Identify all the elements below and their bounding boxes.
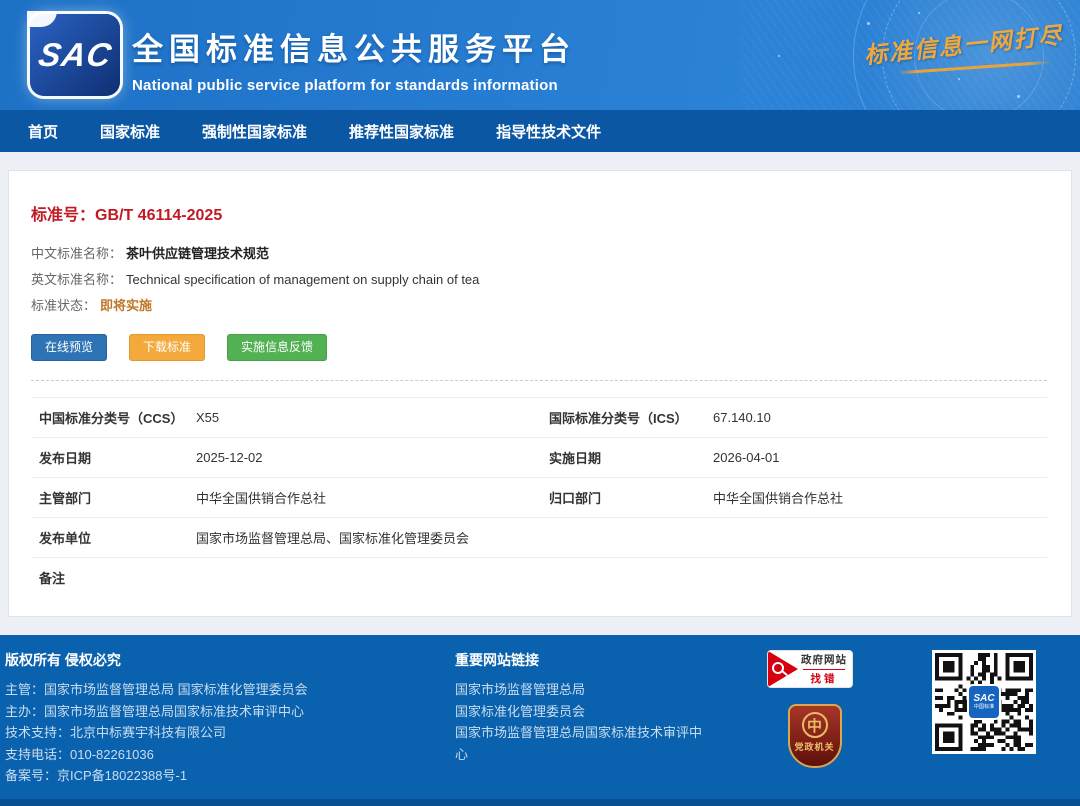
standard-field: 中文标准名称： 茶叶供应链管理技术规范 xyxy=(31,241,1047,267)
footer: 版权所有 侵权必究 主管：国家市场监督管理总局 国家标准化管理委员会主办：国家市… xyxy=(0,635,1080,806)
field-value: 即将实施 xyxy=(100,298,152,313)
footer-link[interactable]: 国家市场监督管理总局国家标准技术审评中心 xyxy=(455,722,705,765)
standard-field: 英文标准名称： Technical specification of manage… xyxy=(31,267,1047,293)
field-label: 中文标准名称： xyxy=(31,246,122,261)
details-row: 发布日期2025-12-02实施日期2026-04-01 xyxy=(31,438,1047,478)
qr-code: SAC 中国标准 xyxy=(932,650,1036,754)
gov-site-error-badge[interactable]: 政府网站 找错 xyxy=(767,650,853,688)
details-value: 国家市场监督管理总局、国家标准化管理委员会 xyxy=(196,528,1047,547)
footer-copyright-block: 版权所有 侵权必究 主管：国家市场监督管理总局 国家标准化管理委员会主办：国家市… xyxy=(0,650,450,787)
sac-logo-text: SAC xyxy=(35,36,114,74)
footer-links-block: 重要网站链接 国家市场监督管理总局国家标准化管理委员会国家市场监督管理总局国家标… xyxy=(455,650,705,765)
details-label: 归口部门 xyxy=(541,488,713,507)
footer-link[interactable]: 国家标准化管理委员会 xyxy=(455,701,705,723)
details-label: 国际标准分类号（ICS） xyxy=(541,408,713,427)
standard-field: 标准状态： 即将实施 xyxy=(31,293,1047,319)
nav-item-强制性国家标准[interactable]: 强制性国家标准 xyxy=(202,121,307,142)
details-label: 发布单位 xyxy=(31,528,196,547)
footer-links-title: 重要网站链接 xyxy=(455,650,705,670)
details-row: 中国标准分类号（CCS）X55国际标准分类号（ICS）67.140.10 xyxy=(31,397,1047,438)
standard-number-value: GB/T 46114-2025 xyxy=(95,207,222,224)
star-dot xyxy=(1017,95,1020,98)
star-dot xyxy=(918,12,920,14)
copyright-notice: 版权所有 侵权必究 xyxy=(5,650,450,670)
party-badge-label: 党政机关 xyxy=(790,740,840,753)
details-value: X55 xyxy=(196,410,541,425)
footer-info-line: 主管：国家市场监督管理总局 国家标准化管理委员会 xyxy=(5,679,450,701)
details-value: 中华全国供销合作总社 xyxy=(196,488,541,507)
standard-number: 标准号：GB/T 46114-2025 xyxy=(31,201,1047,225)
party-emblem-icon: 中 xyxy=(802,712,828,738)
details-label: 中国标准分类号（CCS） xyxy=(31,408,196,427)
site-header: SAC 全国标准信息公共服务平台 National public service… xyxy=(0,0,1080,110)
footer-links: 国家市场监督管理总局国家标准化管理委员会国家市场监督管理总局国家标准技术审评中心 xyxy=(455,679,705,765)
main-nav: 首页 国家标准 强制性国家标准 推荐性国家标准 指导性技术文件 xyxy=(0,110,1080,152)
party-gov-badge[interactable]: 中 党政机关 xyxy=(788,704,842,768)
footer-info-line: 支持电话：010-82261036 xyxy=(5,744,450,766)
online-preview-button[interactable]: 在线预览 xyxy=(31,334,107,361)
standard-detail-card: 标准号：GB/T 46114-2025 中文标准名称：茶叶供应链管理技术规范英文… xyxy=(8,170,1072,617)
gov-badge-line1: 政府网站 xyxy=(798,652,850,667)
details-label: 备注 xyxy=(31,568,196,587)
main-content: 标准号：GB/T 46114-2025 中文标准名称：茶叶供应链管理技术规范英文… xyxy=(0,152,1080,635)
field-label: 英文标准名称： xyxy=(31,272,122,287)
details-table: 中国标准分类号（CCS）X55国际标准分类号（ICS）67.140.10发布日期… xyxy=(31,397,1047,597)
footer-info-line: 技术支持：北京中标赛宇科技有限公司 xyxy=(5,722,450,744)
footer-link[interactable]: 国家市场监督管理总局 xyxy=(455,679,705,701)
details-value: 2026-04-01 xyxy=(713,450,1047,465)
site-title: 全国标准信息公共服务平台 xyxy=(132,24,576,69)
gov-badge-line2: 找错 xyxy=(803,669,845,686)
star-dot xyxy=(958,78,960,80)
details-label: 主管部门 xyxy=(31,488,196,507)
site-subtitle: National public service platform for sta… xyxy=(132,77,576,94)
site-titles: 全国标准信息公共服务平台 National public service pla… xyxy=(132,24,576,94)
details-label: 发布日期 xyxy=(31,448,196,467)
action-buttons: 在线预览下载标准实施信息反馈 xyxy=(31,334,1047,361)
footer-info-line: 备案号：京ICP备18022388号-1 xyxy=(5,765,450,787)
details-row: 备注 xyxy=(31,558,1047,597)
details-value: 中华全国供销合作总社 xyxy=(713,488,1047,507)
qr-center-logo: SAC 中国标准 xyxy=(967,684,1001,720)
details-label: 实施日期 xyxy=(541,448,713,467)
nav-item-国家标准[interactable]: 国家标准 xyxy=(100,121,160,142)
footer-info-lines: 主管：国家市场监督管理总局 国家标准化管理委员会主办：国家市场监督管理总局国家标… xyxy=(5,679,450,787)
details-value: 67.140.10 xyxy=(713,410,1047,425)
footer-badges: 政府网站 找错 中 党政机关 xyxy=(767,650,862,768)
field-label: 标准状态： xyxy=(31,298,96,313)
details-value: 2025-12-02 xyxy=(196,450,541,465)
star-dot xyxy=(867,22,870,25)
download-standard-button[interactable]: 下载标准 xyxy=(129,334,205,361)
nav-item-指导性技术文件[interactable]: 指导性技术文件 xyxy=(496,121,601,142)
star-dot xyxy=(778,55,780,57)
details-row: 主管部门中华全国供销合作总社归口部门中华全国供销合作总社 xyxy=(31,478,1047,518)
details-row: 发布单位国家市场监督管理总局、国家标准化管理委员会 xyxy=(31,518,1047,558)
implementation-feedback-button[interactable]: 实施信息反馈 xyxy=(227,334,327,361)
field-value: Technical specification of management on… xyxy=(126,272,479,287)
nav-item-首页[interactable]: 首页 xyxy=(28,121,58,142)
standard-number-label: 标准号： xyxy=(31,207,95,224)
nav-item-推荐性国家标准[interactable]: 推荐性国家标准 xyxy=(349,121,454,142)
search-icon xyxy=(768,651,798,687)
field-value: 茶叶供应链管理技术规范 xyxy=(126,246,269,261)
standard-fields: 中文标准名称： 茶叶供应链管理技术规范英文标准名称： Technical speci… xyxy=(31,241,1047,319)
sac-logo[interactable]: SAC xyxy=(30,14,120,96)
dashed-divider xyxy=(31,380,1047,381)
footer-info-line: 主办：国家市场监督管理总局国家标准技术审评中心 xyxy=(5,701,450,723)
